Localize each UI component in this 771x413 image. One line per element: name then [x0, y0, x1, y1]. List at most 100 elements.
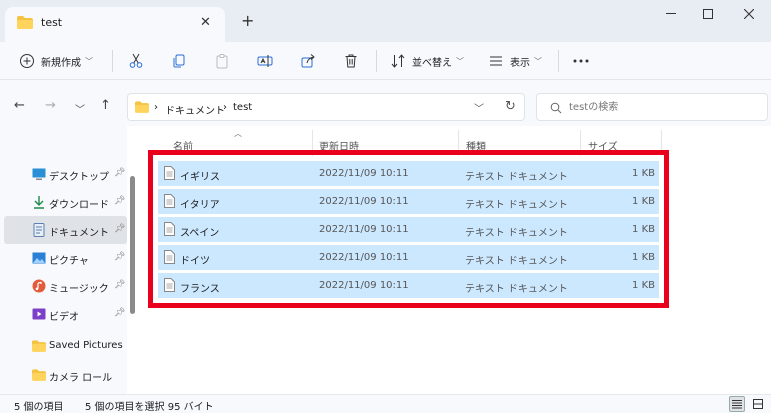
column-header-size[interactable]: サイズ: [588, 138, 618, 153]
file-name: スペイン: [180, 228, 220, 239]
close-tab-icon[interactable]: ✕: [200, 15, 211, 30]
search-box[interactable]: [536, 93, 768, 121]
file-modified: 2022/11/09 10:11: [319, 196, 409, 207]
pin-icon: 📌︎: [114, 168, 126, 178]
file-modified: 2022/11/09 10:11: [319, 224, 409, 235]
pin-icon: 📌︎: [114, 280, 126, 290]
chevron-down-icon: ﹀: [534, 56, 542, 66]
view-button[interactable]: 表示 ﹀: [488, 51, 542, 71]
sidebar-item-label: ドキュメント: [49, 228, 109, 239]
music-icon: [32, 279, 46, 293]
new-tab-button[interactable]: +: [241, 11, 254, 30]
selection-info: 5 個の項目を選択 95 バイト: [85, 402, 214, 413]
share-button[interactable]: [300, 51, 316, 71]
table-row[interactable]: スペイン 2022/11/09 10:11 テキスト ドキュメント 1 KB: [158, 217, 659, 242]
refresh-icon[interactable]: ↻: [505, 99, 516, 114]
details-view-button[interactable]: [729, 396, 745, 412]
view-label: 表示: [510, 57, 530, 69]
document-icon: [33, 223, 45, 237]
close-window-button[interactable]: [737, 4, 761, 24]
search-input[interactable]: [569, 99, 759, 115]
up-icon[interactable]: ↑: [100, 98, 111, 113]
title-bar: test ✕ +: [0, 0, 771, 42]
address-dropdown-icon[interactable]: ﹀: [474, 100, 484, 115]
column-divider[interactable]: [458, 130, 459, 156]
command-bar: 新規作成 ﹀ 並べ替え ﹀ 表示 ﹀: [0, 42, 771, 80]
sidebar-item-desktop[interactable]: デスクトップ 📌︎: [4, 160, 127, 188]
tiles-view-button[interactable]: [750, 396, 766, 412]
sidebar-item-label: デスクトップ: [49, 172, 109, 183]
column-divider[interactable]: [312, 130, 313, 156]
breadcrumb-separator-icon: ›: [223, 102, 227, 113]
pin-icon: 📌︎: [114, 224, 126, 234]
address-bar[interactable]: › ドキュメント › test ﹀ ↻: [127, 93, 525, 121]
file-modified: 2022/11/09 10:11: [319, 252, 409, 263]
file-type: テキスト ドキュメント: [465, 256, 568, 267]
pin-icon: 📌︎: [114, 252, 126, 262]
sort-label: 並べ替え: [412, 57, 452, 69]
column-divider[interactable]: [661, 130, 662, 156]
forward-icon[interactable]: →: [45, 98, 56, 113]
cut-button[interactable]: [128, 51, 144, 71]
search-icon: [550, 102, 562, 114]
navigation-pane-scrollbar[interactable]: [130, 176, 135, 314]
back-icon[interactable]: ←: [14, 98, 25, 113]
minimize-button[interactable]: [659, 4, 683, 24]
copy-icon: [173, 54, 185, 68]
sidebar-item-music[interactable]: ミュージック 📌︎: [4, 272, 127, 300]
item-count: 5 個の項目: [14, 402, 64, 413]
sort-button[interactable]: 並べ替え ﹀: [390, 51, 464, 71]
file-type: テキスト ドキュメント: [465, 172, 568, 183]
file-type: テキスト ドキュメント: [465, 284, 568, 295]
folder-icon: [135, 101, 149, 116]
maximize-button[interactable]: [696, 4, 720, 24]
file-size: 1 KB: [632, 252, 655, 263]
new-button[interactable]: 新規作成 ﹀: [19, 51, 93, 71]
sidebar-item-camera-roll[interactable]: カメラ ロール: [4, 361, 127, 389]
table-row[interactable]: イタリア 2022/11/09 10:11 テキスト ドキュメント 1 KB: [158, 189, 659, 214]
paste-button: [214, 51, 230, 71]
tab-test[interactable]: test ✕: [5, 7, 225, 42]
breadcrumb-documents[interactable]: ドキュメント: [165, 102, 225, 117]
sidebar-item-label: ピクチャ: [49, 256, 89, 267]
file-name: イギリス: [180, 172, 220, 183]
column-header-type[interactable]: 種類: [466, 138, 486, 153]
download-icon: [34, 196, 44, 209]
table-row[interactable]: イギリス 2022/11/09 10:11 テキスト ドキュメント 1 KB: [158, 161, 659, 186]
recent-chevron-icon[interactable]: ﹀: [75, 101, 85, 116]
sidebar-item-pictures[interactable]: ピクチャ 📌︎: [4, 244, 127, 272]
rename-button[interactable]: [257, 51, 273, 71]
pictures-icon: [32, 252, 46, 264]
file-size: 1 KB: [632, 224, 655, 235]
divider: [558, 50, 559, 72]
file-name: イタリア: [180, 200, 220, 211]
sort-ascending-icon: ︿: [234, 129, 242, 138]
sidebar-item-videos[interactable]: ビデオ 📌︎: [4, 300, 127, 328]
more-options-button[interactable]: [572, 51, 590, 71]
tab-title: test: [41, 16, 63, 29]
sidebar-item-label: Saved Pictures: [49, 340, 123, 351]
file-size: 1 KB: [632, 280, 655, 291]
sidebar-item-label: カメラ ロール: [49, 373, 113, 384]
table-row[interactable]: ドイツ 2022/11/09 10:11 テキスト ドキュメント 1 KB: [158, 245, 659, 270]
folder-icon: [32, 340, 46, 352]
column-header-modified[interactable]: 更新日時: [319, 138, 359, 153]
sidebar-item-downloads[interactable]: ダウンロード 📌︎: [4, 188, 127, 216]
pin-icon: 📌︎: [114, 308, 126, 318]
sort-icon: [391, 54, 405, 68]
plus-circle-icon: [20, 54, 34, 68]
copy-button[interactable]: [171, 51, 187, 71]
pin-icon: 📌︎: [114, 196, 126, 206]
navigation-row: ← → ﹀ ↑ › ドキュメント › test ﹀ ↻: [0, 80, 771, 126]
sidebar-item-saved-pictures[interactable]: Saved Pictures: [4, 332, 127, 360]
sidebar-item-documents[interactable]: ドキュメント 📌︎: [4, 216, 127, 244]
column-divider[interactable]: [580, 130, 581, 156]
file-size: 1 KB: [632, 168, 655, 179]
breadcrumb-test[interactable]: test: [233, 102, 252, 113]
table-row[interactable]: フランス 2022/11/09 10:11 テキスト ドキュメント 1 KB: [158, 273, 659, 298]
delete-button[interactable]: [343, 51, 359, 71]
divider: [112, 50, 113, 72]
view-list-icon: [490, 56, 502, 66]
text-file-icon: [164, 222, 175, 236]
column-header-name[interactable]: 名前: [173, 138, 193, 153]
